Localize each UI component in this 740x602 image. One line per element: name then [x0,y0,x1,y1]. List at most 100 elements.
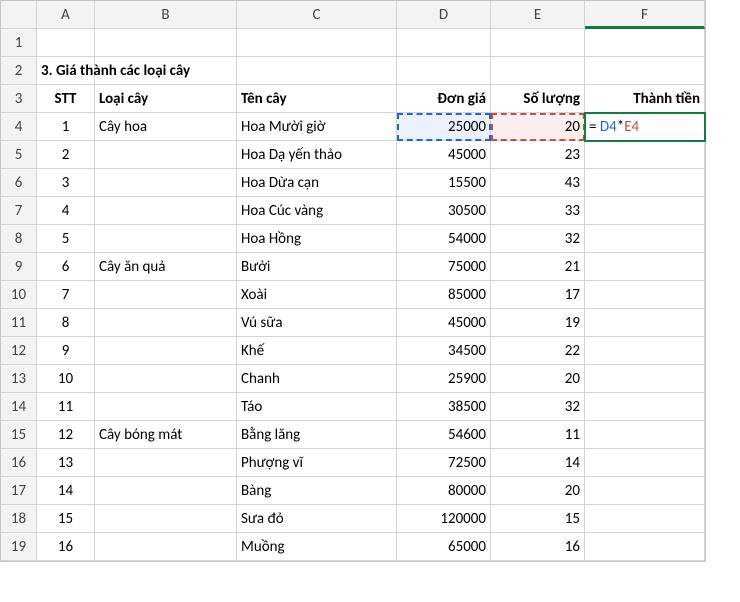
cell-thanhtien[interactable] [585,365,705,393]
header-soluong[interactable]: Số lượng [491,85,585,113]
cell-thanhtien[interactable] [585,253,705,281]
row-header[interactable]: 18 [1,505,37,533]
col-header-A[interactable]: A [37,1,95,29]
row-header[interactable]: 14 [1,393,37,421]
cell-stt[interactable]: 1 [37,113,95,141]
header-ten[interactable]: Tên cây [237,85,397,113]
cell-dongia[interactable]: 85000 [397,281,491,309]
cell-dongia[interactable]: 38500 [397,393,491,421]
cell-loai[interactable] [95,309,237,337]
cell-stt[interactable]: 4 [37,197,95,225]
cell[interactable] [237,29,397,57]
cell-stt[interactable]: 7 [37,281,95,309]
cell-soluong[interactable]: 33 [491,197,585,225]
cell-dongia[interactable]: 54000 [397,225,491,253]
cell-ten[interactable]: Sưa đỏ [237,505,397,533]
cell-dongia[interactable]: 65000 [397,533,491,561]
cell-stt[interactable]: 3 [37,169,95,197]
cell-ten[interactable]: Vú sữa [237,309,397,337]
cell-thanhtien[interactable] [585,197,705,225]
cell-dongia[interactable]: 25900 [397,365,491,393]
cell-thanhtien[interactable] [585,505,705,533]
cell-thanhtien[interactable] [585,477,705,505]
cell-dongia[interactable]: 45000 [397,141,491,169]
row-header[interactable]: 10 [1,281,37,309]
cell-dongia[interactable]: 15500 [397,169,491,197]
cell-thanhtien[interactable] [585,309,705,337]
cell-soluong[interactable]: 15 [491,505,585,533]
cell-loai[interactable] [95,533,237,561]
cell-soluong[interactable]: 21 [491,253,585,281]
header-stt[interactable]: STT [37,85,95,113]
cell-thanhtien[interactable] [585,169,705,197]
row-header[interactable]: 19 [1,533,37,561]
cell-ten[interactable]: Muồng [237,533,397,561]
cell-stt[interactable]: 8 [37,309,95,337]
cell-D4-ref[interactable]: 25000 [397,113,491,141]
cell-loai[interactable] [95,365,237,393]
cell[interactable] [491,57,585,85]
cell-ten[interactable]: Chanh [237,365,397,393]
header-thanhtien[interactable]: Thành tiền [585,85,705,113]
row-header[interactable]: 11 [1,309,37,337]
cell-thanhtien[interactable] [585,141,705,169]
cell-loai[interactable]: Cây hoa [95,113,237,141]
cell-loai[interactable] [95,169,237,197]
cell-stt[interactable]: 13 [37,449,95,477]
cell-soluong[interactable]: 23 [491,141,585,169]
cell-thanhtien[interactable] [585,421,705,449]
cell-soluong[interactable]: 16 [491,533,585,561]
cell-stt[interactable]: 6 [37,253,95,281]
cell[interactable] [491,29,585,57]
cell-dongia[interactable]: 54600 [397,421,491,449]
cell-loai[interactable] [95,449,237,477]
cell-stt[interactable]: 10 [37,365,95,393]
row-header[interactable]: 6 [1,169,37,197]
spreadsheet[interactable]: A B C D E F 1 2 3. Giá thành các loại câ… [0,0,706,562]
cell-soluong[interactable]: 11 [491,421,585,449]
cell-loai[interactable] [95,141,237,169]
cell-soluong[interactable]: 14 [491,449,585,477]
cell-ten[interactable]: Hoa Mười giờ [237,113,397,141]
cell-soluong[interactable]: 20 [491,477,585,505]
row-header[interactable]: 8 [1,225,37,253]
cell-dongia[interactable]: 75000 [397,253,491,281]
row-header[interactable]: 3 [1,85,37,113]
row-header[interactable]: 16 [1,449,37,477]
cell-thanhtien[interactable] [585,225,705,253]
col-header-E[interactable]: E [491,1,585,29]
cell-stt[interactable]: 15 [37,505,95,533]
cell-thanhtien[interactable] [585,337,705,365]
title-cell[interactable]: 3. Giá thành các loại cây [37,57,95,85]
cell[interactable] [237,57,397,85]
cell-stt[interactable]: 14 [37,477,95,505]
row-header[interactable]: 7 [1,197,37,225]
cell-ten[interactable]: Bưởi [237,253,397,281]
cell-dongia[interactable]: 30500 [397,197,491,225]
cell-ten[interactable]: Xoài [237,281,397,309]
cell-stt[interactable]: 16 [37,533,95,561]
cell-ten[interactable]: Bằng lăng [237,421,397,449]
cell-soluong[interactable]: 20 [491,365,585,393]
cell[interactable] [397,57,491,85]
cell-loai[interactable] [95,197,237,225]
cell-loai[interactable] [95,281,237,309]
cell-loai[interactable] [95,337,237,365]
row-header[interactable]: 2 [1,57,37,85]
header-loai[interactable]: Loại cây [95,85,237,113]
cell-E4-ref[interactable]: 20 [491,113,585,141]
cell-soluong[interactable]: 32 [491,225,585,253]
header-dongia[interactable]: Đơn giá [397,85,491,113]
cell-soluong[interactable]: 19 [491,309,585,337]
cell-soluong[interactable]: 22 [491,337,585,365]
cell[interactable] [585,29,705,57]
cell-ten[interactable]: Hoa Hồng [237,225,397,253]
cell-stt[interactable]: 11 [37,393,95,421]
cell-ten[interactable]: Phượng vĩ [237,449,397,477]
cell-loai[interactable]: Cây bóng mát [95,421,237,449]
cell-ten[interactable]: Khế [237,337,397,365]
row-header[interactable]: 5 [1,141,37,169]
cell-ten[interactable]: Bàng [237,477,397,505]
cell-dongia[interactable]: 34500 [397,337,491,365]
col-header-F[interactable]: F [585,1,705,29]
